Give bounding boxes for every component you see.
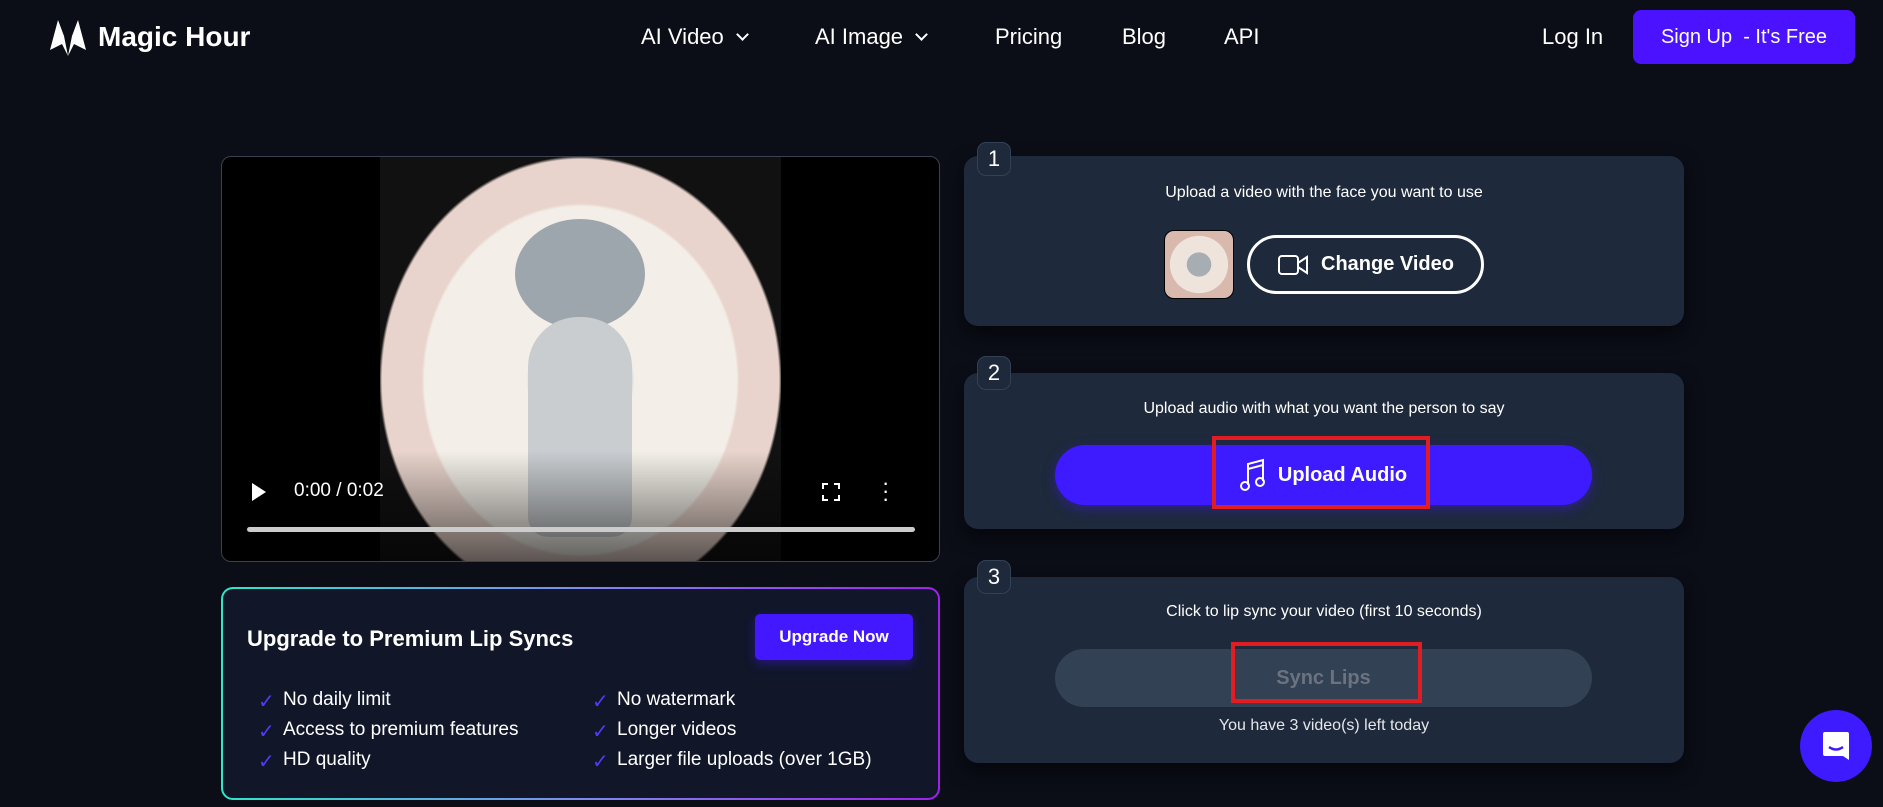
nav-label: API (1224, 24, 1260, 49)
nav-ai-image[interactable]: AI Image (815, 24, 928, 50)
nav-api[interactable]: API (1224, 24, 1259, 50)
chat-icon (1823, 732, 1849, 760)
nav-label: Blog (1122, 24, 1167, 49)
nav-pricing[interactable]: Pricing (995, 24, 1062, 50)
step-2-text: Upload audio with what you want the pers… (1143, 400, 1505, 417)
logo[interactable]: Magic Hour (48, 16, 250, 58)
feature-item: Longer videos (617, 719, 737, 740)
step-1-text: Upload a video with the face you want to… (1165, 184, 1483, 201)
feature-item: No watermark (617, 689, 736, 710)
change-video-label: Change Video (1321, 253, 1454, 275)
feature-item: No daily limit (283, 689, 391, 710)
nav-label: Pricing (995, 24, 1063, 49)
check-icon: ✓ (592, 751, 609, 773)
check-icon: ✓ (258, 721, 275, 743)
fullscreen-icon[interactable] (822, 483, 840, 501)
nav-label: AI Image (815, 24, 904, 49)
brand-name: Magic Hour (98, 21, 251, 52)
videos-left-note: You have 3 video(s) left today (1218, 717, 1430, 734)
feature-item: Access to premium features (283, 719, 519, 740)
upgrade-now-button[interactable]: Upgrade Now (755, 614, 913, 660)
login-link[interactable]: Log In (1542, 24, 1603, 50)
check-icon: ✓ (592, 691, 609, 713)
nav-blog[interactable]: Blog (1122, 24, 1166, 50)
magic-hour-logo-icon (50, 20, 86, 56)
highlight-box (1212, 436, 1430, 509)
video-camera-icon (1278, 254, 1308, 275)
feature-item: HD quality (283, 749, 371, 770)
chevron-down-icon (735, 28, 749, 41)
feature-item: Larger file uploads (over 1GB) (617, 749, 872, 770)
more-options-icon[interactable]: · · · (882, 472, 889, 510)
nav-ai-video[interactable]: AI Video (641, 24, 749, 50)
video-progress-bar[interactable] (247, 527, 915, 532)
video-time: 0:00 / 0:02 (294, 480, 384, 501)
chevron-down-icon (915, 28, 928, 41)
upgrade-title: Upgrade to Premium Lip Syncs (247, 626, 574, 651)
cat-head (515, 219, 645, 329)
check-icon: ✓ (592, 721, 609, 743)
video-player[interactable]: 0:00 / 0:02 · · · (221, 156, 940, 562)
check-icon: ✓ (258, 751, 275, 773)
step-1-badge: 1 (977, 142, 1011, 176)
step-2-badge: 2 (977, 356, 1011, 390)
upgrade-panel: Upgrade to Premium Lip Syncs Upgrade Now… (221, 587, 940, 800)
change-video-button[interactable]: Change Video (1247, 235, 1484, 294)
video-thumbnail (1164, 230, 1234, 299)
signup-button[interactable]: Sign Up - It's Free (1633, 10, 1855, 64)
highlight-box (1231, 642, 1422, 703)
step-3-badge: 3 (977, 560, 1011, 594)
check-icon: ✓ (258, 691, 275, 713)
step-3-text: Click to lip sync your video (first 10 s… (1166, 603, 1482, 620)
nav-label: AI Video (641, 24, 724, 49)
chat-widget-button[interactable] (1800, 710, 1872, 782)
play-icon[interactable] (252, 483, 266, 501)
step-1-card: Upload a video with the face you want to… (964, 156, 1684, 326)
